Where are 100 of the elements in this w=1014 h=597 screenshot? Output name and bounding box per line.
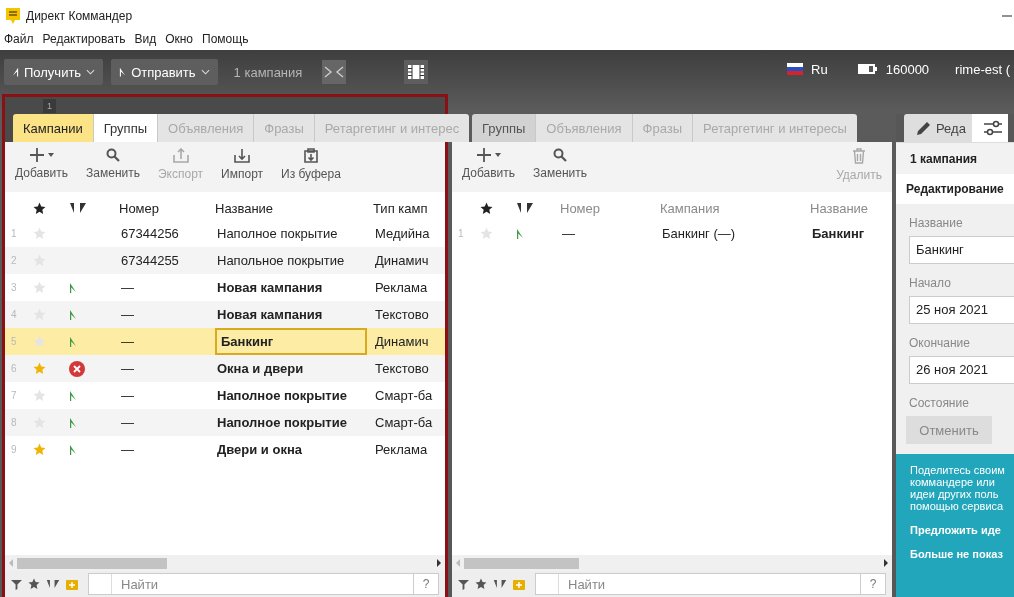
star-icon[interactable] [33, 227, 46, 240]
row-number: 3 [11, 282, 18, 293]
arrows-icon[interactable] [69, 202, 87, 214]
table-cell-text: Двери и окна [216, 441, 303, 459]
clipboard-icon [302, 148, 319, 163]
table-cell-text: — [120, 387, 135, 405]
column-header[interactable]: Тип камп [373, 200, 445, 216]
section-title: Редактирование [896, 174, 1014, 204]
help-button[interactable]: ? [413, 573, 439, 595]
column-header[interactable]: Номер [560, 200, 660, 216]
star-icon[interactable] [33, 335, 46, 348]
get-button[interactable]: Получить [4, 59, 104, 85]
row-number: 5 [11, 336, 18, 347]
column-header[interactable]: Название [215, 200, 373, 216]
input-field[interactable]: Банкинг [909, 236, 1014, 264]
toolbar-button[interactable]: Добавить [13, 148, 71, 188]
table-cell: Банкинг [215, 328, 367, 355]
star-icon[interactable] [475, 578, 487, 590]
tab[interactable]: Группы [472, 114, 537, 142]
star-icon[interactable] [28, 578, 40, 590]
trash-icon [852, 148, 867, 164]
toolbar-button[interactable]: Заменить [84, 148, 142, 188]
tab[interactable]: Реда [904, 114, 972, 142]
table-cell-text: — [120, 279, 135, 297]
folder-icon[interactable] [513, 578, 525, 590]
layout-button[interactable] [404, 60, 429, 84]
row-number: 1 [458, 228, 465, 239]
tab[interactable]: Кампании [13, 114, 94, 142]
horizontal-scrollbar[interactable] [452, 555, 892, 571]
table-cell-text: — [120, 414, 135, 432]
tab[interactable] [971, 114, 1008, 142]
menu-item[interactable]: Редактировать [42, 32, 126, 50]
star-icon[interactable] [33, 389, 46, 402]
import-icon [234, 148, 251, 163]
toolbar-button[interactable]: Из буфера [279, 148, 343, 188]
arrows-icon[interactable] [46, 579, 60, 589]
row-number: 9 [11, 444, 18, 455]
help-button[interactable]: ? [860, 573, 886, 595]
input-field[interactable]: 25 ноя 2021 [909, 296, 1014, 324]
add-icon [29, 148, 54, 162]
language-label[interactable]: Ru [811, 61, 828, 77]
menu-item[interactable]: Файл [4, 32, 34, 50]
table-cell-text: Банкинг [811, 225, 866, 243]
column-header[interactable]: Название [810, 200, 892, 216]
table-cell-text: Смарт-ба [374, 387, 434, 405]
field-label: Состояние [909, 396, 970, 410]
chevron-down-icon [200, 69, 210, 75]
table-cell-text: Реклама [374, 441, 429, 459]
table-cell-text: — [120, 441, 135, 459]
star-icon[interactable] [33, 443, 46, 456]
row-number: 4 [11, 309, 18, 320]
table-cell-text: Динамич [374, 252, 430, 270]
horizontal-scrollbar[interactable] [5, 555, 445, 571]
star-icon[interactable] [33, 281, 46, 294]
download-flag-icon [12, 67, 19, 77]
field-label: Начало [909, 276, 952, 290]
folder-icon[interactable] [66, 578, 78, 590]
field-label: Окончание [909, 336, 971, 350]
menu-item[interactable]: Помощь [202, 32, 249, 50]
toolbar-button[interactable]: Импорт [219, 148, 266, 188]
table-cell-text: 67344255 [120, 252, 180, 270]
table-cell-text: Банкинг (—) [661, 225, 737, 243]
table-cell-text: Наполное покрытие [216, 225, 339, 243]
column-header[interactable]: Номер [119, 200, 215, 216]
table-cell-text: Окна и двери [216, 360, 305, 378]
app-logo-icon [6, 8, 20, 24]
input-field[interactable]: 26 ноя 2021 [909, 356, 1014, 384]
table-cell-text: Напольное покрытие [216, 252, 346, 270]
toolbar-button[interactable]: Заменить [531, 148, 589, 188]
table-cell-text: — [561, 225, 576, 243]
table-cell-text: Текстово [374, 306, 430, 324]
send-button[interactable]: Отправить [111, 59, 218, 85]
search-field[interactable]: Найти [88, 573, 414, 595]
export-icon [172, 148, 189, 163]
filter-icon[interactable] [11, 578, 22, 590]
battery-icon [857, 64, 878, 74]
tab[interactable]: Группы [93, 114, 159, 142]
table-cell-text: Наполное покрытие [216, 414, 348, 432]
menu-item[interactable]: Вид [134, 32, 157, 50]
chevron-down-icon [86, 69, 96, 75]
table-cell-text: Смарт-ба [374, 414, 434, 432]
star-icon[interactable] [33, 362, 46, 375]
filter-icon[interactable] [458, 578, 469, 590]
flag-icon [787, 63, 804, 75]
search-icon [106, 148, 120, 162]
arrows-icon[interactable] [493, 579, 507, 589]
arrows-icon[interactable] [516, 202, 534, 214]
collapse-button[interactable] [322, 60, 347, 84]
menu-item[interactable]: Окно [165, 32, 194, 50]
pencil-icon [916, 120, 932, 136]
star-icon[interactable] [33, 201, 46, 215]
toolbar-button[interactable]: Добавить [460, 148, 518, 188]
star-icon[interactable] [480, 227, 493, 240]
points-count: 160000 [885, 61, 930, 77]
user-name[interactable]: rime-est ( [955, 61, 1010, 77]
search-field[interactable]: Найти [535, 573, 861, 595]
table-cell-text: 67344256 [120, 225, 180, 243]
star-icon[interactable] [480, 201, 493, 215]
row-number: 7 [11, 390, 18, 401]
column-header[interactable]: Кампания [660, 200, 810, 216]
